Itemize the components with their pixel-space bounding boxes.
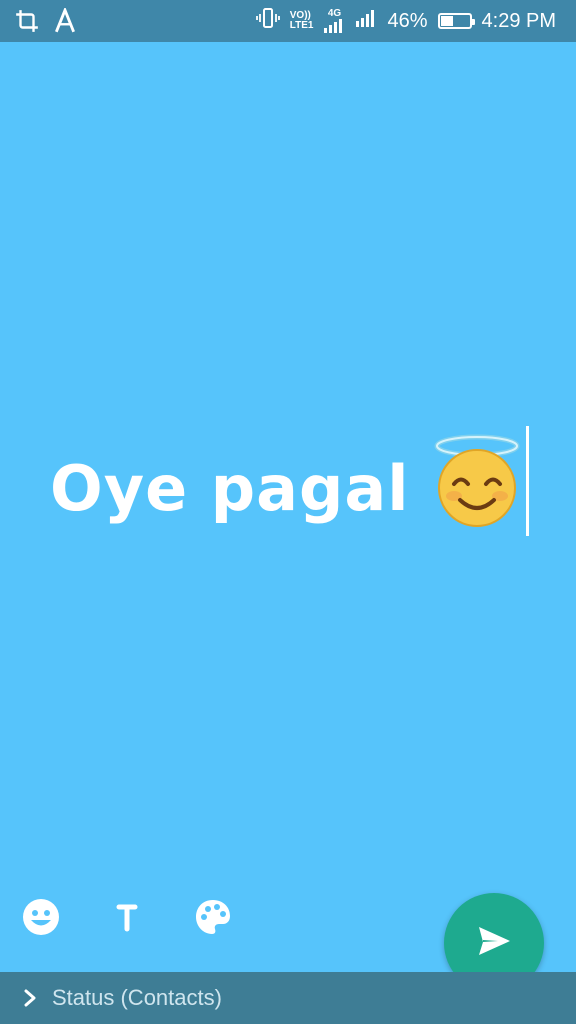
audience-label: Status (Contacts) xyxy=(52,985,222,1010)
emoji-tool-button[interactable] xyxy=(20,898,62,940)
status-left-icons xyxy=(14,6,78,34)
text-tool-button[interactable] xyxy=(106,898,148,940)
volte-icon: VO)) LTE1 xyxy=(290,11,314,31)
text-style-icon xyxy=(52,6,78,34)
status-right-icons: VO)) LTE1 4G 46% 4:29 PM xyxy=(255,6,556,36)
smiley-icon xyxy=(21,897,61,942)
palette-icon xyxy=(193,897,233,942)
status-audience-bar[interactable]: Status (Contacts) xyxy=(0,972,576,1024)
text-t-icon xyxy=(107,897,147,942)
signal-4g-icon: 4G xyxy=(323,9,345,33)
status-bar: VO)) LTE1 4G 46% 4:29 PM xyxy=(0,0,576,42)
vibrate-icon xyxy=(255,6,280,36)
status-text-canvas[interactable]: Oye pagal xyxy=(0,42,576,882)
clock: 4:29 PM xyxy=(481,9,556,32)
battery-percent: 46% xyxy=(387,9,428,32)
crop-icon xyxy=(14,8,40,34)
chevron-right-icon xyxy=(22,988,38,1008)
signal-icon xyxy=(355,8,377,34)
battery-icon xyxy=(437,13,475,29)
smiling-face-with-halo-icon xyxy=(430,434,524,528)
battery-fill xyxy=(440,16,454,26)
text-cursor xyxy=(526,426,529,536)
color-tool-button[interactable] xyxy=(192,898,234,940)
send-icon xyxy=(474,921,514,966)
volte-label-bottom: LTE1 xyxy=(289,20,314,31)
network-label: 4G xyxy=(327,8,342,19)
status-text-input[interactable]: Oye pagal xyxy=(50,452,409,525)
